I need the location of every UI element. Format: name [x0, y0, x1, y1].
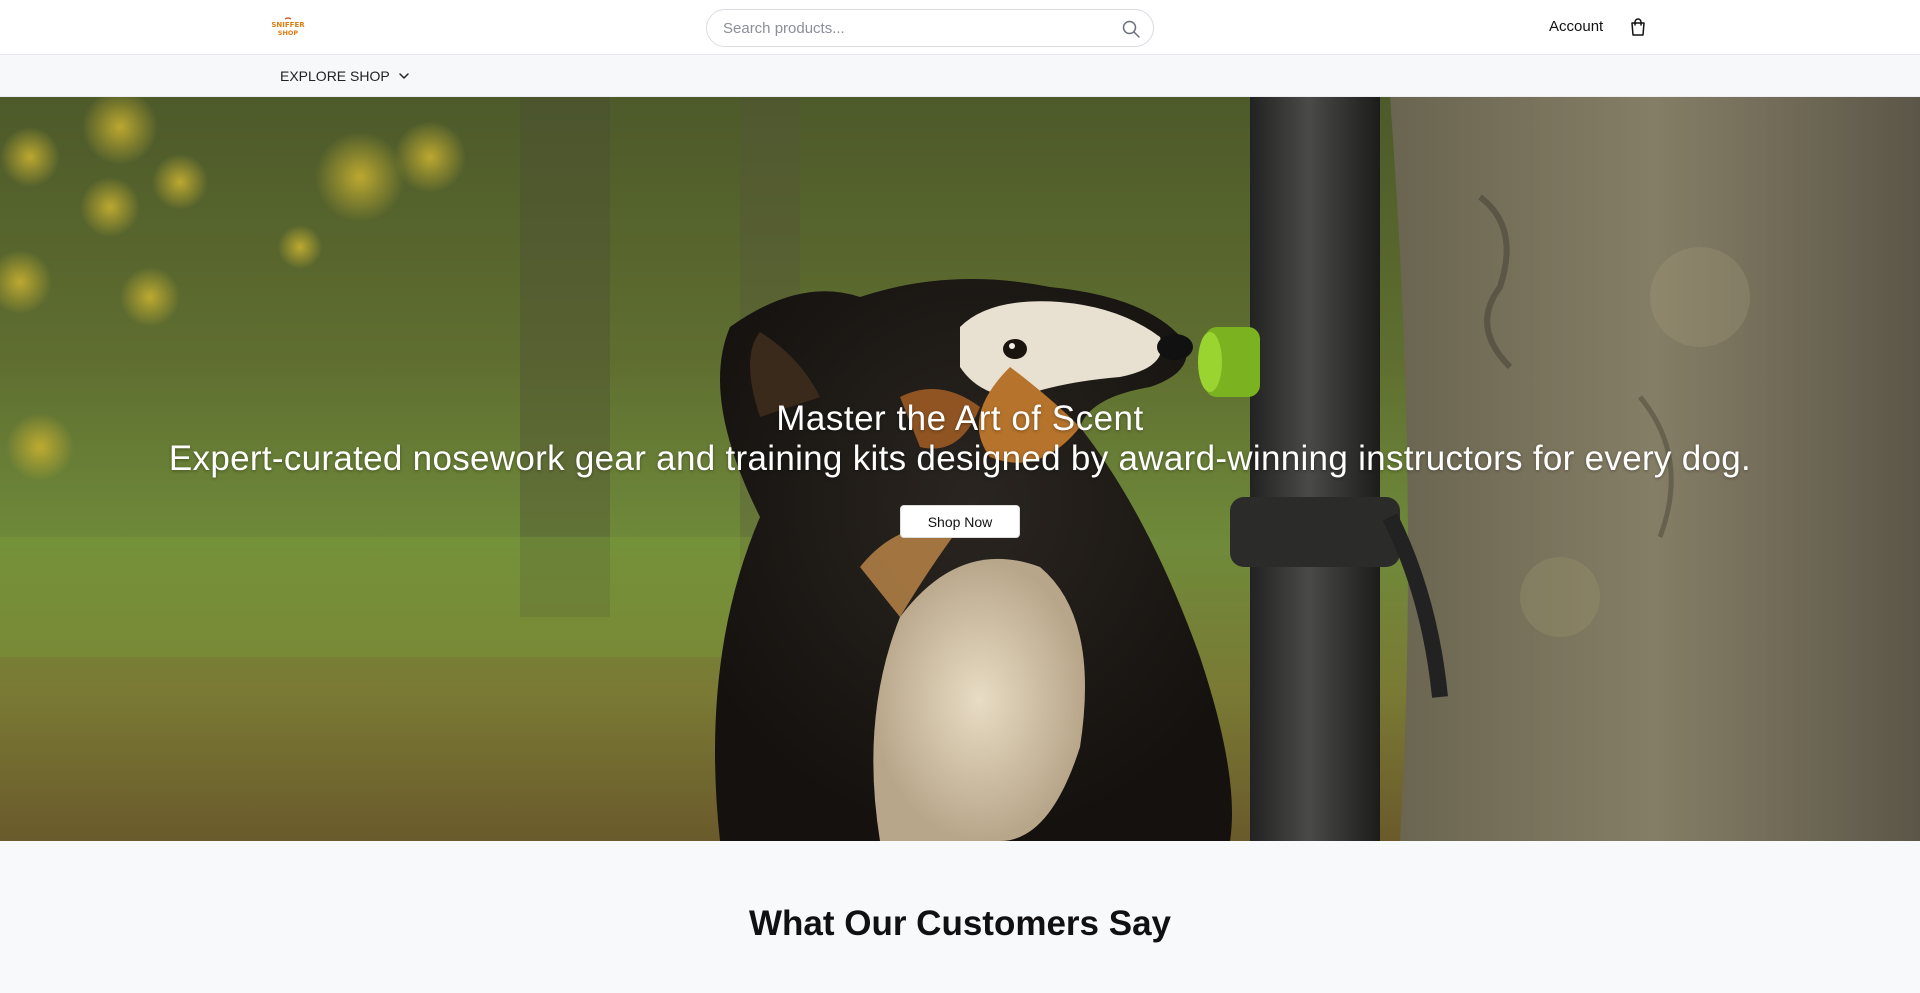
- testimonials-heading: What Our Customers Say: [748, 904, 1172, 943]
- shopping-bag-icon[interactable]: [1628, 17, 1648, 37]
- chevron-down-icon: [398, 73, 409, 79]
- explore-shop-label: EXPLORE SHOP: [280, 68, 390, 84]
- svg-text:SHOP: SHOP: [278, 29, 299, 37]
- hero-content: Master the Art of Scent Expert-curated n…: [0, 97, 1920, 841]
- hero-banner: Master the Art of Scent Expert-curated n…: [0, 97, 1920, 841]
- site-header: SNIFFER SHOP Account: [0, 0, 1920, 55]
- account-link[interactable]: Account: [1549, 18, 1603, 35]
- hero-subtitle: Expert-curated nosework gear and trainin…: [168, 439, 1752, 478]
- search-bar: [706, 9, 1154, 47]
- hero-title: Master the Art of Scent: [776, 399, 1144, 438]
- sub-navigation: EXPLORE SHOP: [0, 56, 1920, 97]
- svg-text:SNIFFER: SNIFFER: [271, 21, 305, 29]
- search-icon[interactable]: [1121, 19, 1141, 39]
- explore-shop-menu[interactable]: EXPLORE SHOP: [280, 68, 410, 84]
- site-logo[interactable]: SNIFFER SHOP: [268, 17, 308, 37]
- shop-now-button[interactable]: Shop Now: [900, 505, 1020, 538]
- search-input[interactable]: [723, 10, 1103, 46]
